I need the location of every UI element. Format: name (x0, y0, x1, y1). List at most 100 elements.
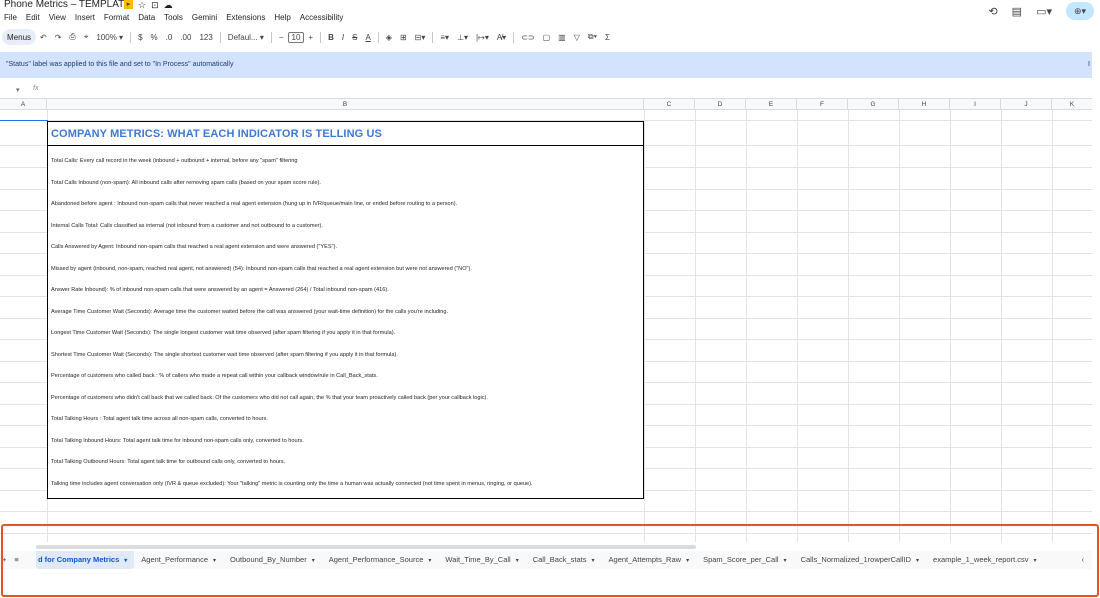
document-title[interactable]: Phone Metrics – TEMPLATE (4, 0, 131, 10)
filter-icon[interactable]: ▽ (570, 29, 584, 45)
sheet-tab-calls-normalized[interactable]: Calls_Normalized_1rowperCallID ▾ (794, 551, 926, 569)
menu-file[interactable]: File (4, 13, 17, 22)
menu-tools[interactable]: Tools (164, 13, 183, 22)
fill-color-icon[interactable]: ◈ (382, 29, 396, 45)
metric-row[interactable]: Percentage of customers who didn't call … (51, 395, 488, 401)
percent-format-button[interactable]: % (147, 29, 162, 45)
horizontal-scrollbar[interactable] (36, 545, 696, 549)
insert-comment-icon[interactable]: ▢ (539, 29, 555, 45)
number-format-button[interactable]: 123 (195, 29, 216, 45)
chevron-down-icon[interactable]: ▾ (124, 558, 127, 564)
metric-row[interactable]: Talking time includes agent conversation… (51, 481, 533, 487)
metric-row[interactable]: Calls Answered by Agent: Inbound non-spa… (51, 244, 337, 250)
font-select[interactable]: Defaul... ▾ (224, 29, 268, 45)
menu-data[interactable]: Data (138, 13, 155, 22)
menu-format[interactable]: Format (104, 13, 129, 22)
column-header-b[interactable]: B (47, 99, 644, 110)
column-header-e[interactable]: E (746, 99, 797, 110)
bold-button[interactable]: B (324, 29, 338, 45)
functions-button[interactable]: Σ (601, 29, 614, 45)
sheet-tab-agent-attempts-raw[interactable]: Agent_Attempts_Raw ▾ (602, 551, 697, 569)
currency-format-button[interactable]: $ (134, 29, 146, 45)
chevron-down-icon[interactable]: ▾ (428, 558, 431, 564)
metric-row[interactable]: Percentage of customers who called back … (51, 373, 378, 379)
column-header-f[interactable]: F (797, 99, 848, 110)
merge-cells-icon[interactable]: ⊟▾ (411, 29, 430, 45)
chevron-down-icon[interactable]: ▾ (516, 558, 519, 564)
redo-icon[interactable]: ↷ (51, 29, 66, 45)
sheet-tab-outbound-by-number[interactable]: Outbound_By_Number ▾ (223, 551, 322, 569)
metric-row[interactable]: Average Time Customer Wait (Seconds): Av… (51, 309, 448, 315)
chevron-down-icon[interactable]: ▾ (312, 558, 315, 564)
metric-row[interactable]: Total Talking Inbound Hours: Total agent… (51, 438, 304, 444)
chevron-down-icon[interactable]: ▾ (784, 558, 787, 564)
vertical-align-icon[interactable]: ⊥▾ (453, 29, 472, 45)
column-header-a[interactable]: A (0, 99, 47, 110)
column-header-j[interactable]: J (1001, 99, 1052, 110)
column-header-g[interactable]: G (848, 99, 899, 110)
zoom-select[interactable]: 100% ▾ (92, 29, 127, 45)
share-icon[interactable]: ⊕▾ (1066, 2, 1094, 20)
column-header-c[interactable]: C (644, 99, 695, 110)
menu-help[interactable]: Help (274, 13, 290, 22)
horizontal-align-icon[interactable]: ≡▾ (436, 29, 453, 45)
sheet-tab-example-week-report[interactable]: example_1_week_report.csv ▾ (926, 551, 1043, 569)
metric-row[interactable]: Missed by agent (inbound, non-spam, reac… (51, 266, 472, 272)
decrease-decimal-button[interactable]: .0 (162, 29, 177, 45)
insert-link-icon[interactable]: ⊂⊃ (517, 29, 538, 45)
menu-insert[interactable]: Insert (75, 13, 95, 22)
print-icon[interactable]: ⎙ (65, 29, 79, 45)
menus-button[interactable]: Menus (2, 29, 37, 45)
metric-row[interactable]: Total Talking Outbound Hours: Total agen… (51, 459, 285, 465)
move-icon[interactable]: ⊡ (151, 0, 159, 11)
menu-accessibility[interactable]: Accessibility (300, 13, 344, 22)
strikethrough-button[interactable]: S (348, 29, 361, 45)
metric-row[interactable]: Total Talking Hours : Total agent talk t… (51, 416, 268, 422)
text-rotation-icon[interactable]: A̸▾ (493, 29, 510, 45)
cell-grid[interactable]: COMPANY METRICS: WHAT EACH INDICATOR IS … (0, 110, 1092, 542)
sheet-tab-company-metrics[interactable]: d for Company Metrics ▾ (36, 551, 135, 569)
chevron-down-icon[interactable]: ▾ (916, 558, 919, 564)
metric-row[interactable]: Total Calls: Every call record in the we… (51, 158, 298, 164)
metric-row[interactable]: Internal Calls Total: Calls classified a… (51, 223, 323, 229)
menu-gemini[interactable]: Gemini (192, 13, 217, 22)
sheet-tab-agent-performance-source[interactable]: Agent_Performance_Source ▾ (322, 551, 439, 569)
italic-button[interactable]: I (338, 29, 348, 45)
menu-edit[interactable]: Edit (26, 13, 40, 22)
font-size-input[interactable]: 10 (287, 31, 305, 43)
chevron-down-icon[interactable]: ▾ (213, 558, 216, 564)
column-header-k[interactable]: K (1052, 99, 1092, 110)
paint-format-icon[interactable]: ⌖ (80, 29, 93, 45)
star-icon[interactable]: ☆ (138, 0, 146, 11)
chevron-down-icon[interactable]: ▾ (592, 558, 595, 564)
increase-decimal-button[interactable]: .00 (176, 29, 195, 45)
menu-extensions[interactable]: Extensions (226, 13, 265, 22)
meet-icon[interactable]: ▭▾ (1036, 5, 1052, 18)
metric-row[interactable]: Total Calls Inbound (non-spam): All inbo… (51, 180, 321, 186)
cloud-saved-icon[interactable]: ☁ (164, 0, 173, 11)
column-header-i[interactable]: I (950, 99, 1001, 110)
text-color-button[interactable]: A (361, 29, 374, 45)
text-wrap-icon[interactable]: |↦▾ (472, 29, 493, 45)
metric-row[interactable]: Answer Rate Inbound): % of inbound non-s… (51, 287, 389, 293)
column-header-d[interactable]: D (695, 99, 746, 110)
comment-icon[interactable]: ▤ (1012, 5, 1022, 18)
sheet-tab-agent-performance[interactable]: Agent_Performance ▾ (134, 551, 223, 569)
sheet-tab-spam-score-per-call[interactable]: Spam_Score_per_Call ▾ (696, 551, 793, 569)
metric-row[interactable]: Longest Time Customer Wait (Seconds): Th… (51, 330, 395, 336)
metric-row[interactable]: Shortest Time Customer Wait (Seconds): T… (51, 352, 398, 358)
insert-chart-icon[interactable]: ▥ (554, 29, 570, 45)
chevron-down-icon[interactable]: ▾ (686, 558, 689, 564)
status-label-icon[interactable]: ▸ (124, 0, 133, 9)
metrics-title[interactable]: COMPANY METRICS: WHAT EACH INDICATOR IS … (51, 128, 382, 140)
metric-row[interactable]: Abandoned before agent : Inbound non-spa… (51, 201, 457, 207)
history-icon[interactable]: ⟲ (988, 5, 997, 18)
increase-font-size-icon[interactable]: + (304, 29, 317, 45)
add-sheet-button[interactable]: + (2, 555, 6, 564)
all-sheets-button[interactable]: ≡ (14, 555, 18, 564)
chevron-down-icon[interactable]: ▾ (1034, 558, 1037, 564)
name-box-dropdown-icon[interactable]: ▾ (16, 86, 20, 94)
undo-icon[interactable]: ↶ (36, 29, 51, 45)
column-header-h[interactable]: H (899, 99, 950, 110)
borders-icon[interactable]: ⊞ (396, 29, 411, 45)
